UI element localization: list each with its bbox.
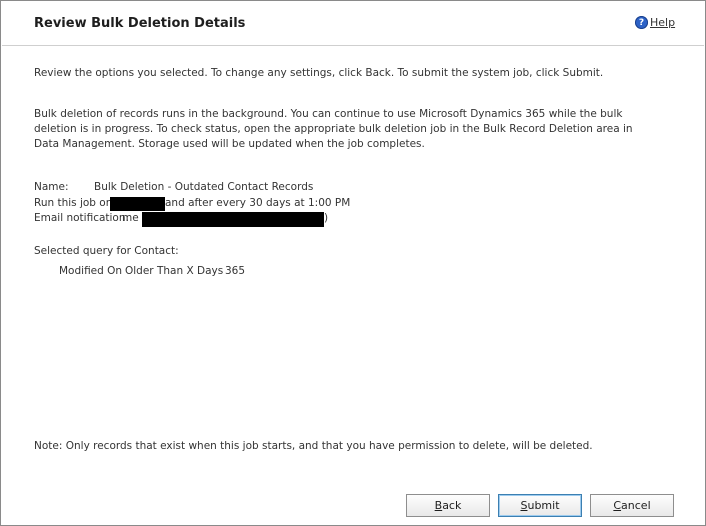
help-icon: ? [635,16,648,29]
name-value: Bulk Deletion - Outdated Contact Records [94,181,314,193]
redacted-date [110,197,165,211]
name-label: Name: [34,181,69,193]
dialog-frame: Review Bulk Deletion Details ? Help Revi… [0,0,706,526]
cancel-button[interactable]: Cancel [590,494,674,517]
dialog-title: Review Bulk Deletion Details [34,16,246,31]
query-heading: Selected query for Contact: [34,245,179,257]
help-link[interactable]: ? Help [635,16,675,29]
run-suffix: and after every 30 days at 1:00 PM [165,197,351,209]
intro-text: Review the options you selected. To chan… [34,67,604,79]
help-label: Help [650,16,676,29]
header-divider [2,45,704,46]
email-label: Email notification: [34,212,130,224]
query-value: 365 [225,265,246,277]
email-value-suffix: ) [324,212,329,224]
back-button[interactable]: Back [406,494,490,517]
submit-button[interactable]: Submit [498,494,582,517]
info-text: Bulk deletion of records runs in the bac… [34,108,633,150]
query-field: Modified On [59,265,123,277]
note-text: Note: Only records that exist when this … [34,440,593,452]
redacted-email [142,212,324,227]
query-operator: Older Than X Days [125,265,224,277]
run-prefix: Run this job on [34,197,113,209]
